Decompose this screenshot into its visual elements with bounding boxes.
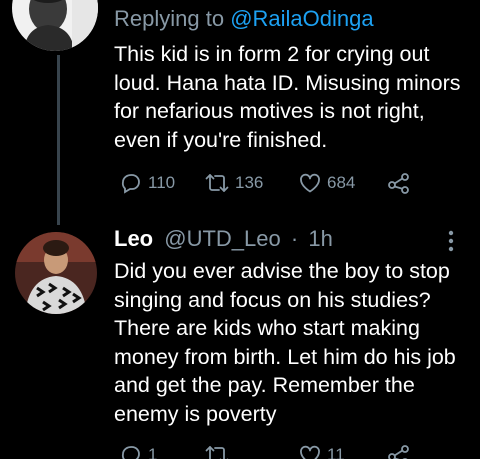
tweet-timestamp[interactable]: 1h bbox=[308, 226, 332, 251]
reply-button[interactable]: 110 bbox=[119, 171, 175, 195]
more-options-button[interactable] bbox=[444, 228, 458, 254]
share-nodes-icon bbox=[387, 171, 411, 195]
reply-count: 110 bbox=[148, 173, 176, 192]
vertical-dots-icon bbox=[444, 230, 458, 258]
like-button[interactable]: 684 bbox=[298, 171, 355, 195]
replying-to-line: Replying to @RailaOdinga bbox=[114, 6, 374, 32]
tweet-text: Did you ever advise the boy to stop sing… bbox=[114, 259, 456, 426]
reply-button[interactable]: 1 bbox=[119, 443, 157, 459]
avatar[interactable] bbox=[12, 0, 98, 51]
retweet-arrows-icon bbox=[204, 171, 230, 195]
avatar[interactable] bbox=[15, 232, 97, 314]
reply-count: 1 bbox=[148, 445, 158, 459]
share-nodes-icon bbox=[387, 443, 411, 459]
dot-separator: · bbox=[290, 226, 299, 251]
like-count: 684 bbox=[327, 173, 356, 192]
share-button[interactable] bbox=[387, 443, 411, 459]
reply-thread: Replying to @RailaOdinga This kid is in … bbox=[0, 0, 480, 459]
like-button[interactable]: 11 bbox=[298, 443, 345, 459]
tweet-author-line: Leo @UTD_Leo · 1h bbox=[114, 226, 333, 252]
like-count: 11 bbox=[327, 445, 345, 459]
speech-bubble-icon bbox=[119, 171, 143, 195]
thread-connector-line bbox=[57, 55, 60, 225]
retweet-count: 136 bbox=[235, 173, 264, 192]
share-button[interactable] bbox=[387, 171, 411, 195]
tweet-text: This kid is in form 2 for crying out lou… bbox=[114, 42, 461, 152]
heart-outline-icon bbox=[298, 171, 322, 195]
speech-bubble-icon bbox=[119, 443, 143, 459]
retweet-arrows-icon bbox=[204, 443, 230, 459]
retweet-button[interactable]: 136 bbox=[204, 171, 263, 195]
retweet-button[interactable] bbox=[204, 443, 235, 459]
heart-outline-icon bbox=[298, 443, 322, 459]
replying-to-label: Replying to bbox=[114, 6, 225, 31]
author-handle[interactable]: @UTD_Leo bbox=[164, 226, 281, 251]
author-name[interactable]: Leo bbox=[114, 226, 153, 251]
replying-to-mention-link[interactable]: @RailaOdinga bbox=[230, 6, 373, 31]
